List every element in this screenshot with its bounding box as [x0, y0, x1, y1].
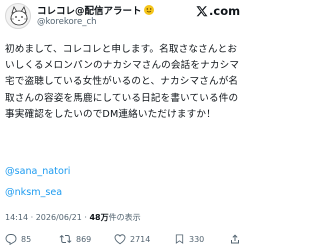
reply-count: 85 [21, 234, 32, 244]
bookmark-count: 330 [189, 234, 205, 244]
mention-link[interactable]: @sana_natori [5, 166, 70, 177]
bookmark-icon [175, 234, 184, 244]
views-count: 48万 [89, 213, 109, 222]
repost-button[interactable]: 869 [59, 231, 91, 247]
logo-text: com [213, 4, 241, 18]
tweet-time[interactable]: 14:14 [5, 213, 28, 222]
views-label: 件の表示 [108, 213, 141, 222]
like-button[interactable]: 2714 [114, 231, 150, 247]
x-logo-icon [196, 6, 208, 17]
display-name[interactable]: コレコレ@配信アラート [37, 3, 154, 17]
tweet-header: コレコレ@配信アラート @korekore_ch . com [0, 0, 246, 34]
mention-link[interactable]: @nksm_sea [5, 187, 62, 198]
avatar[interactable] [5, 3, 31, 29]
meta-separator: · [84, 213, 87, 222]
action-bar: 85 869 2714 330 [0, 231, 246, 247]
tweet-text: 初めまして、コレコレと申します。名取さなさんとおいしくるメロンパンのナカシマさん… [5, 44, 240, 120]
cat-avatar-icon [10, 6, 28, 26]
display-name-text[interactable]: コレコレ@配信アラート [37, 3, 142, 17]
repost-icon [59, 234, 72, 244]
share-button[interactable] [229, 231, 245, 247]
like-icon [114, 234, 126, 245]
repost-count: 869 [76, 234, 92, 244]
x-com-logo: . com [196, 4, 240, 18]
bookmark-button[interactable]: 330 [174, 231, 204, 247]
reply-icon [5, 234, 17, 245]
like-count: 2714 [130, 234, 151, 244]
tweet-meta: 14:14 · 2026/06/21 · 48万件の表示 [5, 212, 141, 223]
reply-button[interactable]: 85 [5, 231, 31, 247]
user-handle[interactable]: @korekore_ch [37, 17, 97, 27]
meta-separator: · [30, 213, 34, 222]
smiling-emoji-icon [143, 5, 154, 15]
tweet-date[interactable]: 2026/06/21 [36, 213, 82, 222]
share-icon [231, 234, 239, 244]
